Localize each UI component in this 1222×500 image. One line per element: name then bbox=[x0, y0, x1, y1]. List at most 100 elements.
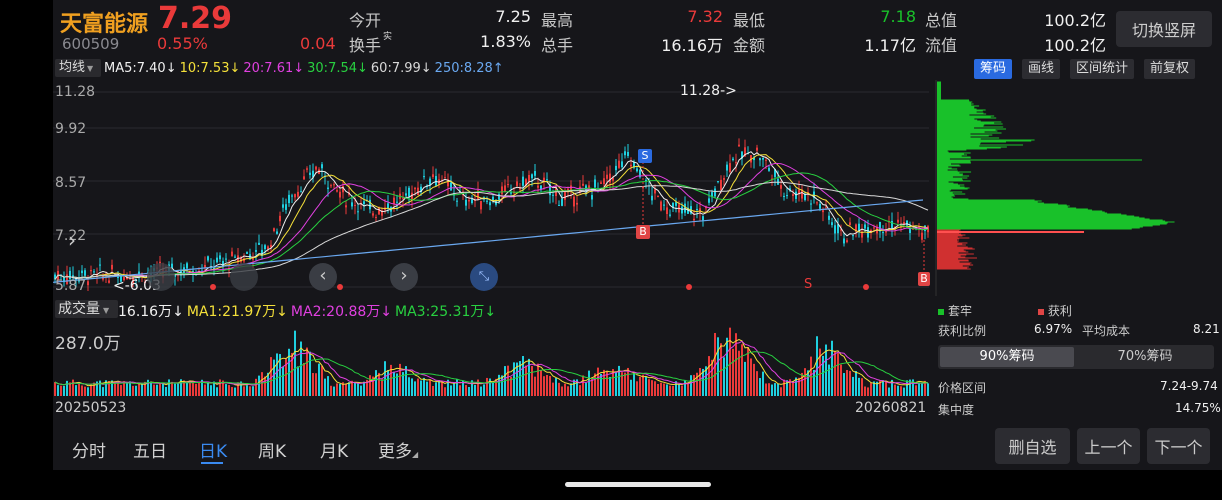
tab-more[interactable]: 更多◢ bbox=[378, 437, 418, 462]
candle-body bbox=[282, 204, 284, 208]
volume-bar bbox=[165, 386, 167, 396]
chip-button[interactable]: 筹码 bbox=[974, 59, 1013, 79]
scroll-left-icon[interactable]: ‹ bbox=[309, 263, 337, 291]
candle-body bbox=[489, 202, 491, 206]
volume-bar bbox=[570, 383, 572, 396]
volume-bar bbox=[867, 387, 869, 396]
home-indicator[interactable] bbox=[565, 482, 711, 487]
candle-body bbox=[720, 179, 722, 191]
candle-body bbox=[726, 164, 728, 171]
candle-body bbox=[729, 163, 731, 172]
volume-bar bbox=[186, 382, 188, 396]
volume-bar bbox=[156, 384, 158, 396]
tab-five-day[interactable]: 五日 bbox=[133, 437, 167, 462]
forward-adjust-button[interactable]: 前复权 bbox=[1144, 59, 1196, 79]
candle-body bbox=[534, 171, 536, 176]
volume-bar bbox=[138, 383, 140, 396]
candle-body bbox=[432, 174, 434, 178]
stat-value: 1.17亿 bbox=[864, 36, 916, 55]
volume-bar bbox=[321, 365, 323, 396]
volume-bar bbox=[906, 380, 908, 396]
candle-body bbox=[546, 179, 548, 181]
volume-bar bbox=[690, 375, 692, 396]
range-stats-button[interactable]: 区间统计 bbox=[1070, 59, 1135, 79]
tab-90-chip[interactable]: 90%筹码 bbox=[940, 347, 1074, 367]
volume-selector[interactable]: 成交量 ▼ bbox=[55, 300, 118, 318]
candle-body bbox=[393, 197, 395, 205]
volume-bar bbox=[900, 386, 902, 396]
candle-body bbox=[219, 255, 221, 260]
candle-body bbox=[921, 232, 923, 240]
candle-body bbox=[594, 179, 596, 188]
ma-selector[interactable]: 均线 ▼ bbox=[55, 59, 101, 77]
candle-body bbox=[846, 240, 848, 243]
volume-bar bbox=[414, 381, 416, 396]
expand-left-icon[interactable]: › bbox=[68, 228, 76, 252]
candle-body bbox=[627, 151, 629, 156]
volume-bar bbox=[129, 381, 131, 396]
volume-bar bbox=[177, 382, 179, 396]
scroll-right-icon[interactable]: › bbox=[390, 263, 418, 291]
stat-value: 7.18 bbox=[880, 7, 916, 26]
price-range-label: 价格区间 bbox=[938, 381, 987, 395]
candle-body bbox=[558, 204, 560, 206]
candle-body bbox=[864, 224, 866, 229]
volume-bar bbox=[54, 382, 56, 396]
tab-monthly-k[interactable]: 月K bbox=[320, 437, 348, 462]
sell-signal-badge[interactable]: S bbox=[638, 149, 652, 163]
tab-daily-k[interactable]: 日K bbox=[199, 437, 227, 462]
volume-bar bbox=[393, 371, 395, 396]
date-end: 20260821 bbox=[855, 400, 927, 416]
volume-bar bbox=[543, 376, 545, 396]
change-amt: 0.04 bbox=[300, 34, 336, 53]
buy-signal-badge[interactable]: B bbox=[636, 225, 650, 239]
nav-icon-1[interactable] bbox=[147, 263, 175, 291]
volume-bar bbox=[204, 384, 206, 396]
zoom-out-icon[interactable]: ⤡ bbox=[470, 263, 498, 291]
remove-watchlist-button[interactable]: 删自选 bbox=[995, 428, 1070, 464]
volume-bar bbox=[537, 363, 539, 396]
volume-bar bbox=[558, 382, 560, 396]
volume-bar bbox=[141, 384, 143, 396]
volume-bar bbox=[846, 369, 848, 396]
tab-intraday[interactable]: 分时 bbox=[72, 437, 106, 462]
nav-icon-2[interactable] bbox=[230, 263, 258, 291]
candle-body bbox=[510, 192, 512, 194]
volume-bar bbox=[75, 385, 77, 396]
previous-stock-button[interactable]: 上一个 bbox=[1077, 428, 1140, 464]
candle-body bbox=[780, 185, 782, 189]
candle-body bbox=[609, 173, 611, 183]
buy-signal-badge-2[interactable]: B bbox=[918, 272, 930, 286]
event-dot bbox=[337, 284, 343, 290]
volume-bar bbox=[300, 341, 302, 396]
chip-distribution-chart bbox=[935, 80, 1175, 296]
candle-body bbox=[273, 228, 275, 232]
next-stock-button[interactable]: 下一个 bbox=[1147, 428, 1210, 464]
volume-bar bbox=[78, 383, 80, 396]
stat-value: 1.83% bbox=[480, 32, 531, 51]
volume-chart[interactable] bbox=[53, 320, 929, 396]
tab-weekly-k[interactable]: 周K bbox=[258, 437, 286, 462]
candle-body bbox=[456, 200, 458, 202]
stat-label: 总值 bbox=[925, 11, 958, 30]
volume-bar bbox=[162, 382, 164, 396]
candle-body bbox=[684, 203, 686, 213]
candle-body bbox=[354, 205, 356, 207]
ma-line-5 bbox=[54, 151, 929, 280]
volume-bar bbox=[765, 383, 767, 396]
volume-bar bbox=[459, 385, 461, 396]
volume-bar bbox=[339, 383, 341, 396]
tab-more-label: 更多 bbox=[378, 442, 412, 462]
volume-bar bbox=[360, 385, 362, 396]
ma-value: 250:8.28↑ bbox=[434, 61, 504, 76]
candle-body bbox=[186, 263, 188, 269]
draw-line-button[interactable]: 画线 bbox=[1022, 59, 1061, 79]
volume-bar bbox=[717, 337, 719, 396]
volume-bar bbox=[630, 379, 632, 396]
volume-bar bbox=[507, 365, 509, 396]
concentration-value: 14.75% bbox=[1175, 401, 1221, 415]
switch-portrait-button[interactable]: 切换竖屏 bbox=[1116, 11, 1212, 47]
tab-70-chip[interactable]: 70%筹码 bbox=[1078, 347, 1212, 367]
candle-body bbox=[276, 231, 278, 234]
kline-chart[interactable] bbox=[53, 80, 929, 296]
